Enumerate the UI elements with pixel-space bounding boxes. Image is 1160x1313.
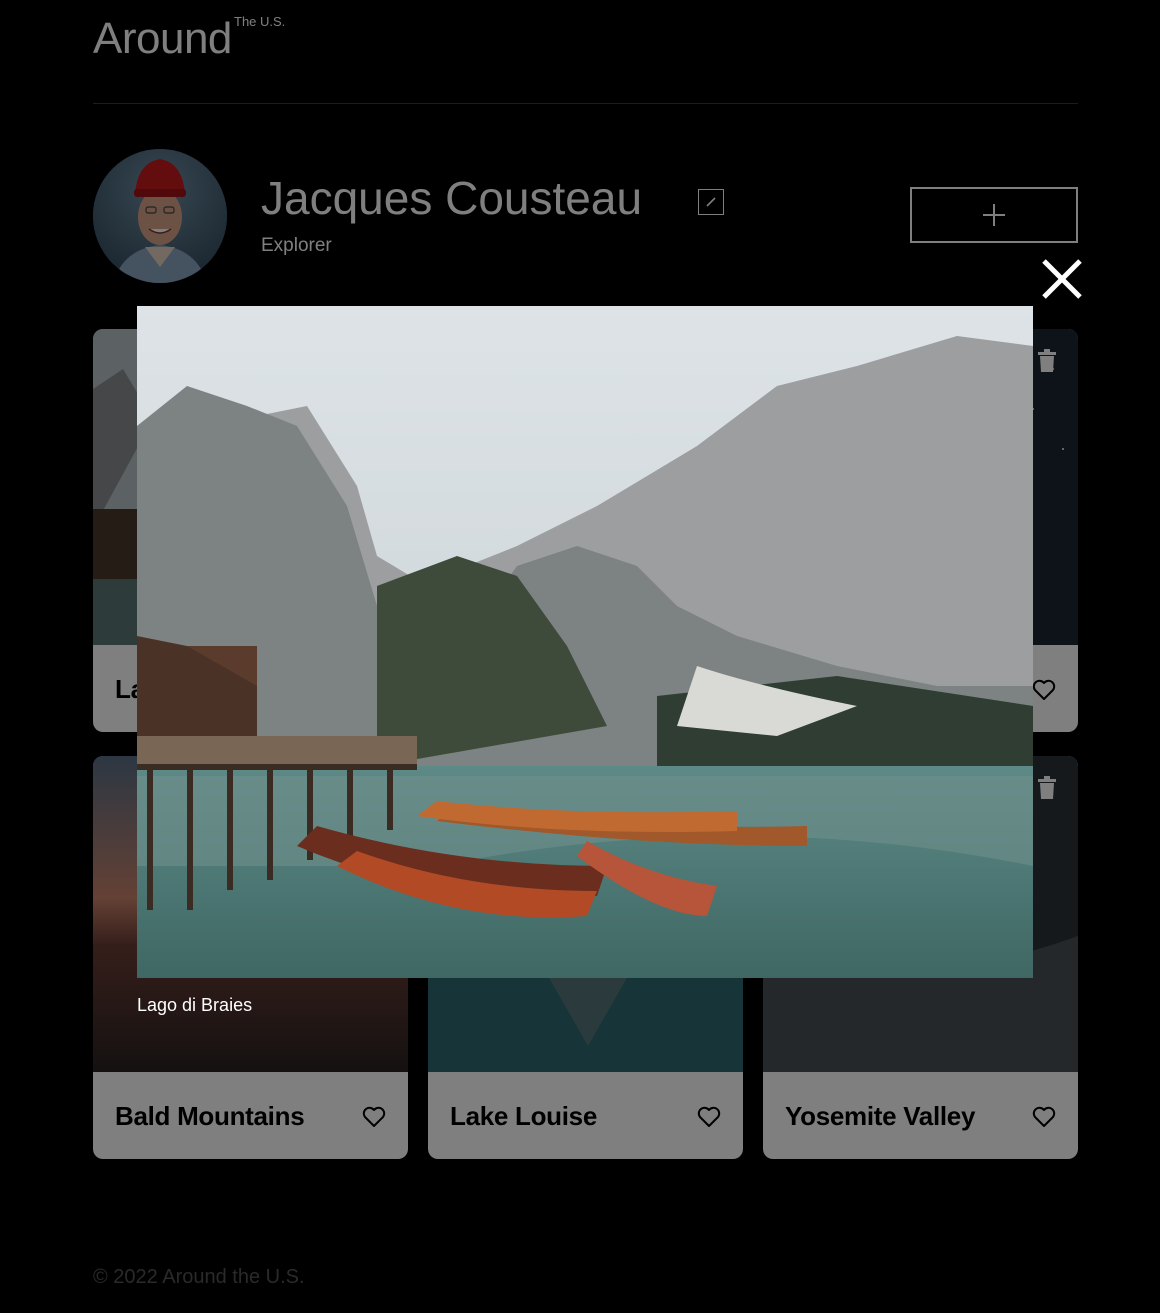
page: Around The U.S. Jacques Cousteau [0,0,1160,1313]
close-icon[interactable] [1040,257,1084,301]
popup-caption: Lago di Braies [137,995,253,1015]
popup-image [137,306,1033,978]
